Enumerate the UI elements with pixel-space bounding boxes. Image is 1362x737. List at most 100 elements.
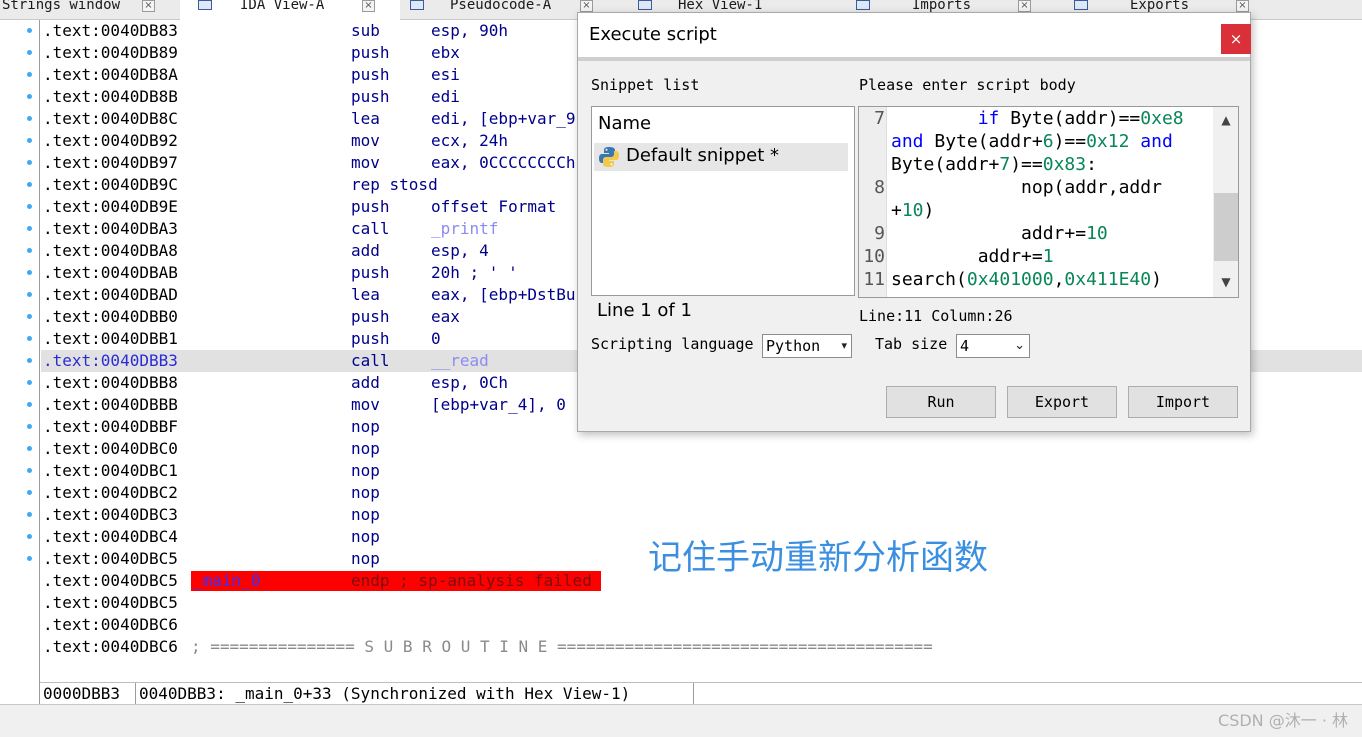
- title-separator: [578, 57, 1250, 61]
- snippet-line-info: Line 1 of 1: [597, 300, 692, 321]
- address: .text:0040DBC2: [43, 483, 178, 502]
- function-reference[interactable]: _printf: [431, 218, 498, 240]
- arrow-marker-icon: [27, 446, 32, 451]
- dialog-titlebar[interactable]: Execute script: [578, 13, 1250, 57]
- select-value: 4: [960, 337, 970, 355]
- mnemonic: lea: [351, 109, 380, 128]
- address: .text:0040DBB8: [43, 373, 178, 392]
- scroll-down-icon[interactable]: ▼: [1218, 275, 1234, 291]
- mnemonic: push: [351, 263, 390, 282]
- mnemonic: push: [351, 329, 390, 348]
- arrow-marker-icon: [27, 556, 32, 561]
- function-label[interactable]: _main_0: [193, 570, 260, 592]
- code-line: +10): [891, 200, 935, 221]
- operands: edi, [ebp+var_9: [431, 109, 576, 128]
- function-reference[interactable]: __read: [431, 350, 489, 372]
- operands: esp, 90h: [431, 21, 509, 40]
- snippet-item-default[interactable]: Default snippet *: [594, 143, 848, 171]
- listing-row[interactable]: .text:0040DBC3 nop: [41, 504, 1362, 526]
- line-number: 10: [863, 246, 885, 267]
- snippet-column-header[interactable]: Name: [598, 113, 651, 134]
- address: .text:0040DBC6: [43, 637, 178, 656]
- close-icon[interactable]: ×: [142, 0, 155, 12]
- operands: 20h ; ' ': [431, 263, 518, 282]
- arrow-marker-icon: [27, 204, 32, 209]
- mnemonic: push: [351, 43, 390, 62]
- close-icon[interactable]: ×: [1018, 0, 1031, 12]
- tab-label: Imports: [912, 0, 972, 13]
- blank-row[interactable]: .text:0040DBC6: [41, 614, 1362, 636]
- scroll-thumb[interactable]: [1214, 193, 1238, 261]
- operands: eax, [ebp+DstBu: [431, 285, 576, 304]
- dialog-title: Execute script: [589, 24, 717, 45]
- scripting-language-select[interactable]: Python ▾: [762, 334, 852, 358]
- operands: ecx, 24h: [431, 131, 509, 150]
- close-button[interactable]: ×: [1221, 24, 1251, 54]
- address: .text:0040DBAD: [43, 285, 178, 304]
- code-line: nop(addr,addr: [891, 177, 1162, 198]
- snippet-list[interactable]: Name Default snippet *: [591, 106, 855, 296]
- address: .text:0040DBC5: [43, 593, 178, 612]
- mnemonic: mov: [351, 131, 380, 150]
- code-line: addr+=1: [891, 246, 1054, 267]
- watermark: CSDN @沐一 · 林: [1218, 711, 1348, 730]
- arrow-marker-icon: [27, 402, 32, 407]
- arrow-marker-icon: [27, 138, 32, 143]
- mnemonic: nop: [351, 505, 380, 524]
- operands: ebx: [431, 43, 460, 62]
- line-number: 9: [874, 223, 885, 244]
- mnemonic: nop: [351, 527, 380, 546]
- arrow-marker-icon: [27, 512, 32, 517]
- blank-row[interactable]: .text:0040DBC5: [41, 592, 1362, 614]
- listing-gutter: [0, 20, 40, 704]
- script-editor[interactable]: 7 8 9 10 11 if Byte(addr)==0xe8 and Byte…: [858, 106, 1239, 298]
- arrow-marker-icon: [27, 380, 32, 385]
- tab-strings-window[interactable]: Strings window ×: [0, 0, 178, 20]
- listing-row[interactable]: .text:0040DBC2 nop: [41, 482, 1362, 504]
- close-icon[interactable]: ×: [1236, 0, 1249, 12]
- close-icon[interactable]: ×: [362, 0, 375, 12]
- mnemonic: rep stosd: [351, 175, 438, 194]
- snippet-list-label: Snippet list: [591, 76, 700, 94]
- tab-label: Hex View-1: [678, 0, 763, 13]
- python-icon: [599, 147, 619, 167]
- arrow-marker-icon: [27, 424, 32, 429]
- address: .text:0040DB8B: [43, 87, 178, 106]
- operands: esp, 0Ch: [431, 373, 509, 392]
- mnemonic: nop: [351, 461, 380, 480]
- address: .text:0040DBBB: [43, 395, 178, 414]
- mnemonic: nop: [351, 439, 380, 458]
- listing-row[interactable]: .text:0040DBC1 nop: [41, 460, 1362, 482]
- arrow-marker-icon: [27, 50, 32, 55]
- listing-row[interactable]: .text:0040DBC0 nop: [41, 438, 1362, 460]
- tab-size-label: Tab size: [875, 335, 948, 353]
- arrow-marker-icon: [27, 28, 32, 33]
- address: .text:0040DBB1: [43, 329, 178, 348]
- code-line: addr+=10: [891, 223, 1108, 244]
- arrow-marker-icon: [27, 182, 32, 187]
- editor-scrollbar[interactable]: ▲ ▼: [1213, 107, 1238, 297]
- subroutine-row[interactable]: .text:0040DBC6 ; =============== S U B R…: [41, 636, 1362, 658]
- tab-size-select[interactable]: 4 ⌄: [956, 334, 1030, 358]
- scroll-up-icon[interactable]: ▲: [1218, 113, 1234, 129]
- close-icon[interactable]: ×: [580, 0, 593, 12]
- tab-ida-view-a[interactable]: IDA View-A ×: [180, 0, 400, 20]
- arrow-marker-icon: [27, 248, 32, 253]
- endp-text: endp ; sp-analysis failed: [351, 571, 592, 590]
- address: .text:0040DBAB: [43, 263, 178, 282]
- arrow-marker-icon: [27, 116, 32, 121]
- mnemonic: nop: [351, 417, 380, 436]
- address: .text:0040DBC0: [43, 439, 178, 458]
- mnemonic: nop: [351, 549, 380, 568]
- code-line: search(0x401000,0x411E40): [891, 269, 1162, 290]
- arrow-marker-icon: [27, 358, 32, 363]
- import-button[interactable]: Import: [1128, 386, 1238, 418]
- arrow-marker-icon: [27, 336, 32, 341]
- cursor-position: Line:11 Column:26: [859, 307, 1013, 325]
- arrow-marker-icon: [27, 292, 32, 297]
- arrow-marker-icon: [27, 534, 32, 539]
- run-button[interactable]: Run: [886, 386, 996, 418]
- code-line: and Byte(addr+6)==0x12 and: [891, 131, 1173, 152]
- export-button[interactable]: Export: [1007, 386, 1117, 418]
- mnemonic: push: [351, 197, 390, 216]
